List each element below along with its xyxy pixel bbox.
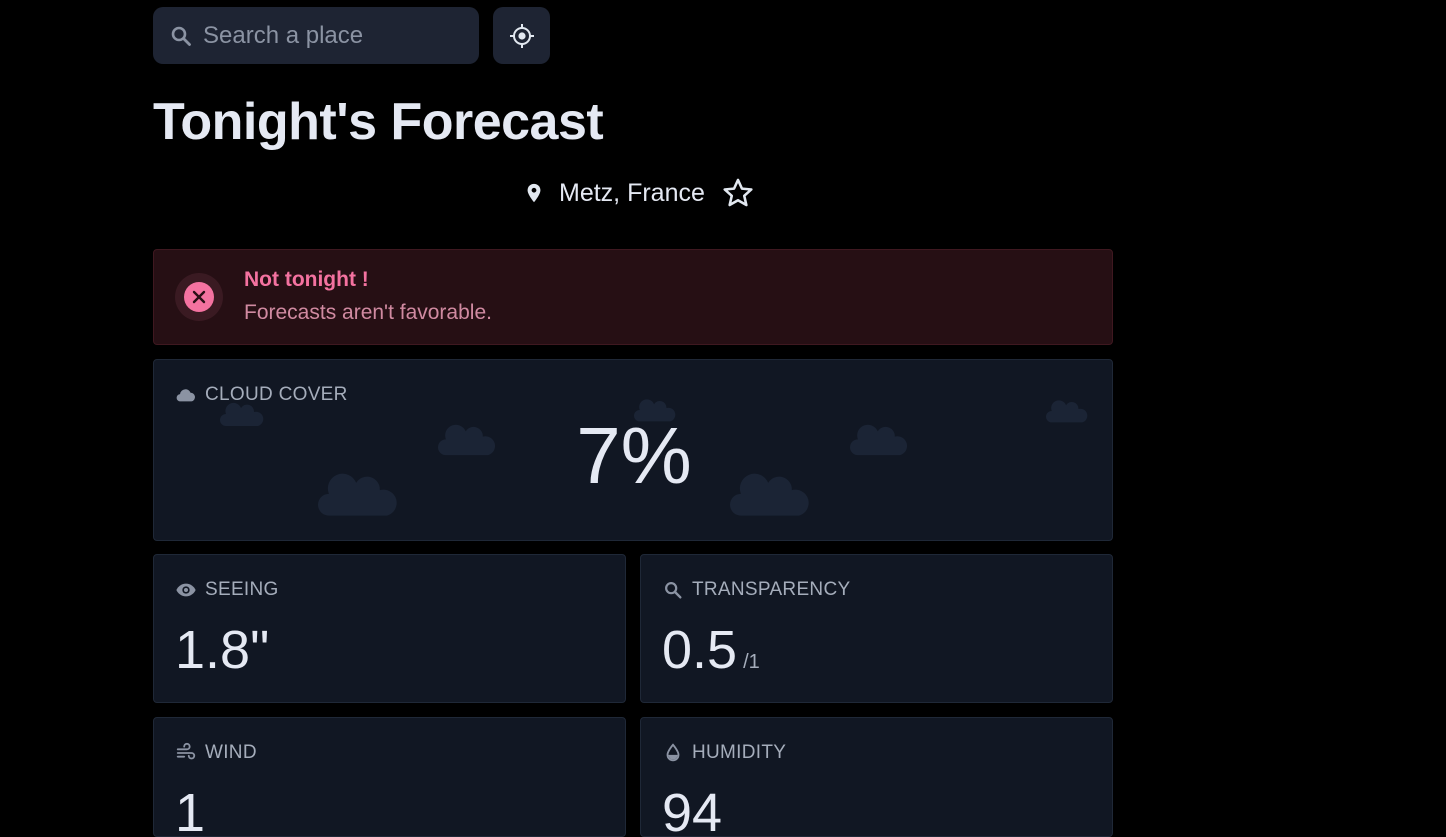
magnifier-icon: [665, 582, 682, 599]
search-row: [153, 7, 550, 64]
humidity-label-text: HUMIDITY: [692, 742, 787, 763]
search-icon: [171, 26, 191, 46]
eye-icon: [176, 583, 196, 597]
wind-label-text: WIND: [205, 742, 257, 763]
close-circle-icon: [184, 282, 214, 312]
droplet-icon: [666, 743, 680, 762]
crosshair-icon: [509, 23, 534, 48]
seeing-value: 1.8": [175, 620, 270, 680]
humidity-label: HUMIDITY: [662, 742, 786, 764]
location-name: Metz, France: [559, 178, 705, 207]
transparency-label-text: TRANSPARENCY: [692, 579, 851, 600]
location-row: Metz, France: [523, 174, 755, 212]
cloud-cover-card: CLOUD COVER 7%: [153, 359, 1113, 541]
cloud-cover-value: 7%: [576, 411, 692, 500]
search-box[interactable]: [153, 7, 479, 64]
page-title: Tonight's Forecast: [153, 93, 604, 151]
wind-label: WIND: [175, 742, 257, 764]
seeing-card: SEEING 1.8": [153, 554, 626, 703]
wind-icon: [176, 742, 196, 760]
alert-title: Not tonight !: [244, 268, 369, 291]
humidity-card: HUMIDITY 94: [640, 717, 1113, 837]
star-outline-icon[interactable]: [721, 176, 755, 210]
locate-me-button[interactable]: [493, 7, 550, 64]
transparency-card: TRANSPARENCY 0.5/1: [640, 554, 1113, 703]
forecast-alert: Not tonight ! Forecasts aren't favorable…: [153, 249, 1113, 345]
transparency-unit: /1: [743, 651, 760, 673]
wind-card: WIND 1: [153, 717, 626, 837]
alert-text: Forecasts aren't favorable.: [244, 301, 492, 324]
cloud-icon: [176, 389, 196, 402]
transparency-value: 0.5: [662, 620, 738, 680]
transparency-label: TRANSPARENCY: [662, 579, 850, 601]
cloud-cover-label: CLOUD COVER: [175, 384, 348, 406]
seeing-label-text: SEEING: [205, 579, 279, 600]
search-input[interactable]: [201, 20, 465, 51]
seeing-label: SEEING: [175, 579, 279, 601]
transparency-value-row: 0.5/1: [662, 619, 760, 681]
map-pin-icon: [527, 183, 541, 203]
alert-icon-wrap: [175, 273, 223, 321]
cloud-cover-label-text: CLOUD COVER: [205, 384, 348, 405]
